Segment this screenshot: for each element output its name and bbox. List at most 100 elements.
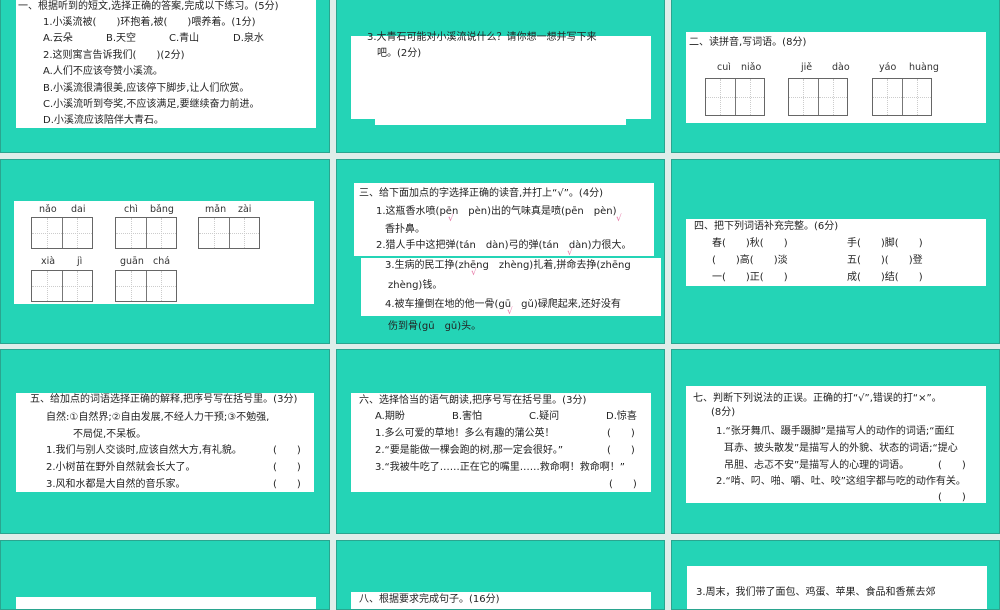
answer-paren[interactable]: ( )	[938, 460, 966, 472]
check-mark-icon: √	[616, 214, 622, 224]
option-d: D.小溪流应该陪伴大青石。	[43, 115, 164, 126]
slide-thumbnail-8[interactable]: 六、选择恰当的语气朗读,把序号写在括号里。(3分) A.期盼 B.害怕 C.疑问…	[336, 349, 665, 534]
answer-paren[interactable]: ( )	[607, 445, 635, 457]
pinyin: bǎng	[150, 204, 174, 215]
item-line: zhèng)钱。	[388, 280, 443, 291]
pinyin: dai	[71, 204, 86, 215]
fill-item: 手( )脚( )	[847, 238, 923, 249]
option-a: A.期盼	[375, 411, 405, 422]
item-line: 2.猎人手中这把弹(tán dàn)弓的弹(tán dàn)力很大。	[376, 240, 632, 251]
slide-thumbnail-2[interactable]: 3.大青石可能对小溪流说什么？请你想一想并写下来 吧。(2分)	[336, 0, 665, 153]
card-tab	[375, 109, 626, 125]
section-title: 八、根据要求完成句子。(16分)	[359, 594, 500, 605]
writing-grid	[872, 78, 932, 116]
section-title: 四、把下列词语补充完整。(6分)	[694, 221, 839, 232]
item: 3.“我被牛吃了……正在它的嘴里……救命啊！救命啊！”	[375, 462, 625, 473]
section-title: 六、选择恰当的语气朗读,把序号写在括号里。(3分)	[359, 395, 587, 406]
check-mark-icon: √	[471, 268, 477, 278]
writing-grid	[198, 217, 260, 249]
item: 1.多么可爱的草地！多么有趣的蒲公英！	[375, 428, 555, 439]
answer-paren[interactable]: ( )	[273, 445, 301, 457]
option-b: B.天空	[106, 33, 137, 44]
answer-paren[interactable]: ( )	[609, 479, 637, 491]
option-b: B.害怕	[452, 411, 483, 422]
option-d: D.惊喜	[606, 411, 637, 422]
option-d: D.泉水	[233, 33, 264, 44]
pinyin: huàng	[909, 62, 939, 73]
option-a: A.云朵	[43, 33, 73, 44]
option-b: B.小溪流很清很美,应该停下脚步,让人们欣赏。	[43, 83, 250, 94]
pinyin: dào	[832, 62, 850, 73]
check-mark-icon: √	[567, 248, 573, 258]
writing-grid	[788, 78, 848, 116]
pinyin: zài	[238, 204, 252, 215]
question-card	[16, 393, 314, 492]
writing-grid	[115, 270, 177, 302]
slide-thumbnail-6[interactable]: 四、把下列词语补充完整。(6分) 春( )秋( ) ( )高( )淡 一( )正…	[671, 159, 1000, 344]
question-3-line2: 吧。(2分)	[377, 48, 422, 59]
question-card	[351, 393, 651, 492]
section-title: 五、给加点的词语选择正确的解释,把序号写在括号里。(3分)	[30, 394, 298, 405]
option-c: C.小溪流听到夸奖,不应该满足,要继续奋力前进。	[43, 99, 260, 110]
item-line: 3.周末，我们带了面包、鸡蛋、苹果、食品和香蕉去郊	[696, 587, 936, 598]
answer-paren[interactable]: ( )	[273, 479, 301, 491]
pinyin: niǎo	[741, 62, 762, 73]
item-line: 吊胆、忐忑不安”是描写人的心理的词语。	[724, 460, 910, 471]
slide-thumbnail-4[interactable]: nǎo dai chì bǎng mǎn zài xià jì guān chá	[0, 159, 330, 344]
definition: 自然:①自然界;②自由发展,不经人力干预;③不勉强,	[46, 412, 270, 423]
question-3-line1: 3.大青石可能对小溪流说什么？请你想一想并写下来	[367, 32, 597, 43]
section-title: 一、根据听到的短文,选择正确的答案,完成以下练习。(5分)	[18, 1, 279, 12]
section-title: 七、判断下列说法的正误。正确的打“√”,错误的打“×”。	[693, 393, 942, 404]
question-2: 2.这则寓言告诉我们( )(2分)	[43, 50, 185, 61]
writing-grid	[115, 217, 177, 249]
item: 2.小树苗在野外自然就会长大了。	[46, 462, 196, 473]
pinyin: cuì	[717, 62, 731, 73]
writing-grid	[705, 78, 765, 116]
option-a: A.人们不应该夸赞小溪流。	[43, 66, 163, 77]
item-line: 1.“张牙舞爪、蹑手蹑脚”是描写人的动作的词语;“面红	[716, 426, 955, 437]
slide-thumbnail-9[interactable]: 七、判断下列说法的正误。正确的打“√”,错误的打“×”。 (8分) 1.“张牙舞…	[671, 349, 1000, 534]
writing-grid	[31, 270, 93, 302]
fill-item: 春( )秋( )	[712, 238, 788, 249]
answer-paren[interactable]: ( )	[607, 428, 635, 440]
pinyin: chì	[124, 204, 138, 215]
fill-item: 成( )结( )	[847, 272, 923, 283]
item-line: 耳赤、披头散发”是描写人的外貌、状态的词语;“提心	[724, 443, 958, 454]
pinyin: jì	[77, 256, 83, 267]
definition: 不局促,不呆板。	[73, 429, 147, 440]
item-line: 香扑鼻。	[385, 224, 425, 235]
item-line: 1.这瓶香水喷(pēn pèn)出的气味真是喷(pēn pèn)	[376, 206, 617, 217]
pinyin: yáo	[879, 62, 897, 73]
item-line: 2.“啃、叼、啪、嚼、吐、咬”这组字都与吃的动作有关。	[716, 476, 966, 487]
slide-thumbnail-3[interactable]: 二、读拼音,写词语。(8分) cuì niǎo jiě dào yáo huàn…	[671, 0, 1000, 153]
option-c: C.青山	[169, 33, 200, 44]
section-title: 三、给下面加点的字选择正确的读音,并打上“√”。(4分)	[359, 188, 604, 199]
pinyin: guān	[120, 256, 144, 267]
item: 1.我们与别人交谈时,应该自然大方,有礼貌。	[46, 445, 242, 456]
pinyin: nǎo	[39, 204, 57, 215]
check-mark-icon: √	[507, 307, 513, 317]
slide-thumbnail-5[interactable]: 三、给下面加点的字选择正确的读音,并打上“√”。(4分) 1.这瓶香水喷(pēn…	[336, 159, 665, 344]
slide-thumbnail-1[interactable]: 一、根据听到的短文,选择正确的答案,完成以下练习。(5分) 1.小溪流被( )环…	[0, 0, 330, 153]
fill-item: 一( )正( )	[712, 272, 788, 283]
fill-item: ( )高( )淡	[712, 255, 788, 266]
option-c: C.疑问	[529, 411, 560, 422]
slide-thumbnail-7[interactable]: 五、给加点的词语选择正确的解释,把序号写在括号里。(3分) 自然:①自然界;②自…	[0, 349, 330, 534]
fill-item: 五( )( )登	[847, 255, 923, 266]
answer-paren[interactable]: ( )	[273, 462, 301, 474]
answer-paren[interactable]: ( )	[938, 492, 966, 504]
item: 3.风和水都是大自然的音乐家。	[46, 479, 186, 490]
question-1: 1.小溪流被( )环抱着,被( )喂养着。(1分)	[43, 17, 256, 28]
pinyin: chá	[153, 256, 171, 267]
writing-grid	[31, 217, 93, 249]
score: (8分)	[711, 407, 736, 418]
item-line: 3.生病的民工挣(zhēng zhèng)扎着,拼命去挣(zhēng	[385, 260, 631, 271]
item-line: 4.被车撞倒在地的他一骨(gū gǔ)碌爬起来,还好没有	[385, 299, 621, 310]
question-card	[16, 597, 316, 609]
section-title: 二、读拼音,写词语。(8分)	[689, 37, 807, 48]
check-mark-icon: √	[448, 214, 454, 224]
pinyin: xià	[41, 256, 56, 267]
pinyin: jiě	[801, 62, 813, 73]
item-line: 伤到骨(gū gǔ)头。	[388, 321, 482, 332]
pinyin: mǎn	[205, 204, 227, 215]
